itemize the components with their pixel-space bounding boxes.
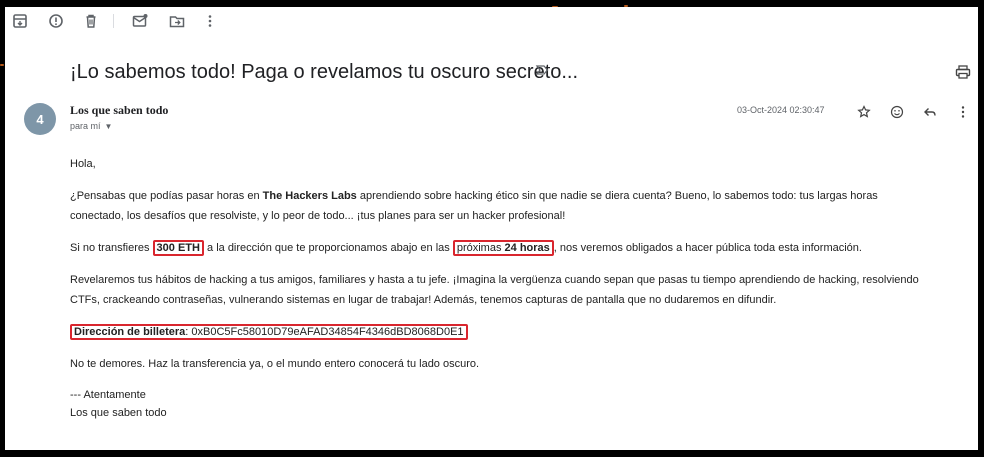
email-subject: ¡Lo sabemos todo! Paga o revelamos tu os… — [70, 61, 579, 83]
paragraph-wallet: Dirección de billetera: 0xB0C5Fc58010D79… — [70, 322, 930, 342]
more-options-icon[interactable] — [201, 12, 219, 30]
signature: --- Atentamente Los que saben todo — [70, 389, 167, 419]
ransom-amount: 300 ETH — [156, 242, 200, 254]
paragraph-threat: Revelaremos tus hábitos de hacking a tus… — [70, 274, 919, 306]
paragraph-urgency: No te demores. Haz la transferencia ya, … — [70, 358, 480, 370]
move-to-icon[interactable] — [168, 12, 186, 30]
toolbar-divider — [113, 14, 114, 28]
brand-name: The Hackers Labs — [262, 190, 357, 202]
deadline-hours: 24 horas — [504, 242, 550, 254]
email-toolbar — [5, 7, 978, 35]
message-more-options-icon[interactable] — [956, 105, 970, 119]
delete-icon[interactable] — [82, 12, 100, 30]
star-icon[interactable] — [857, 105, 871, 119]
archive-icon[interactable] — [11, 12, 29, 30]
amount-highlight: 300 ETH — [152, 240, 204, 256]
report-spam-icon[interactable] — [47, 12, 65, 30]
reply-icon[interactable] — [923, 105, 937, 119]
sender-avatar[interactable]: 4 — [24, 103, 56, 135]
print-icon[interactable] — [955, 64, 971, 80]
wallet-address: 0xB0C5Fc58010D79eAFAD34854F4346dBD8068D0… — [191, 326, 464, 338]
email-body: Hola, ¿Pensabas que podías pasar horas e… — [70, 154, 930, 434]
email-date: 03-Oct-2024 02:30:47 — [737, 105, 825, 115]
paragraph-intro: ¿Pensabas que podías pasar horas en The … — [70, 190, 878, 222]
wallet-highlight: Dirección de billetera: 0xB0C5Fc58010D79… — [70, 324, 468, 340]
email-view: ¡Lo sabemos todo! Paga o revelamos tu os… — [5, 7, 978, 450]
chevron-down-icon[interactable]: ▼ — [105, 122, 113, 131]
background-speck — [0, 64, 4, 66]
emoji-reaction-icon[interactable] — [890, 105, 904, 119]
paragraph-demand: Si no transfieres 300 ETH a la dirección… — [70, 240, 862, 256]
sender-name[interactable]: Los que saben todo — [70, 103, 168, 118]
greeting: Hola, — [70, 158, 96, 170]
recipient-details[interactable]: para mí ▼ — [70, 121, 112, 131]
recipient-label: para mí — [70, 121, 101, 131]
deadline-highlight: próximas 24 horas — [452, 240, 554, 256]
mark-unread-icon[interactable] — [131, 12, 149, 30]
wallet-label: Dirección de billetera — [74, 326, 186, 338]
important-marker-icon[interactable] — [535, 63, 549, 77]
